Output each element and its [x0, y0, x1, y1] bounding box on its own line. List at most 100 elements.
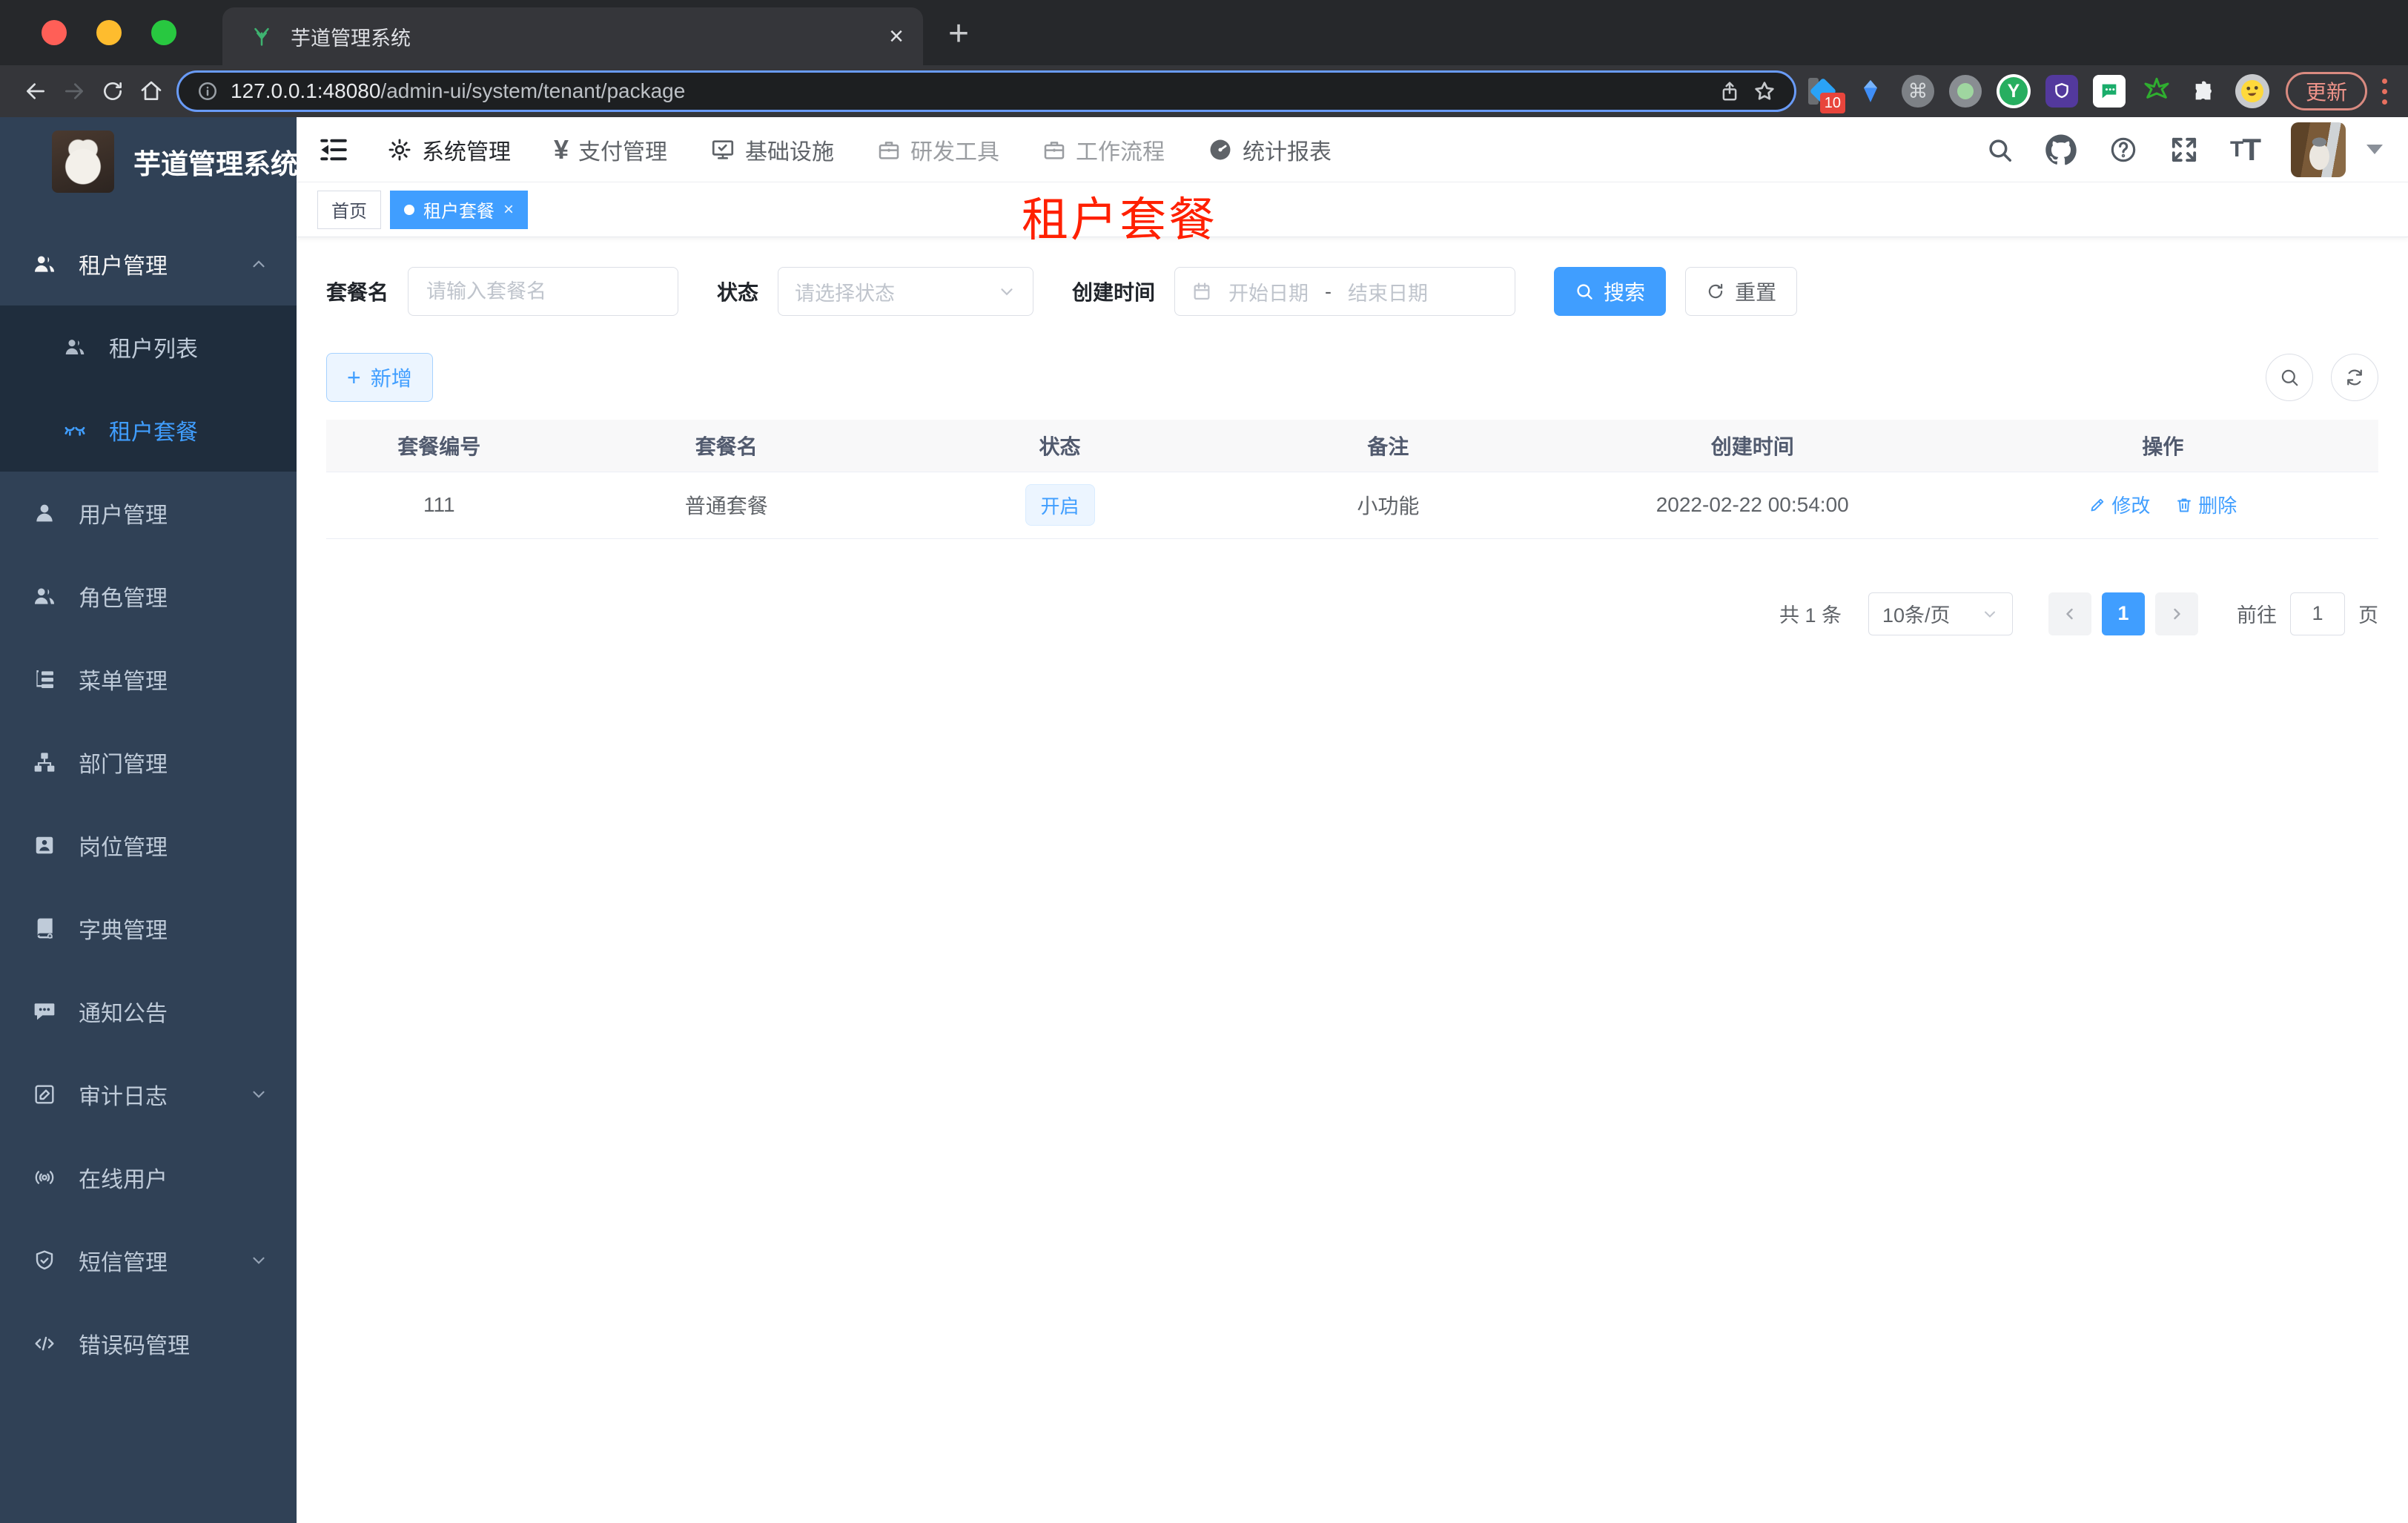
- top-menu: 系统管理 ¥ 支付管理 基础设施 研发工具 工作流程 统计报表: [387, 133, 1332, 166]
- font-size-icon[interactable]: TT: [2230, 132, 2261, 168]
- help-icon[interactable]: [2108, 135, 2138, 165]
- range-separator: -: [1325, 280, 1332, 303]
- extension-shield-icon[interactable]: [2045, 75, 2078, 108]
- new-tab-button[interactable]: +: [948, 16, 969, 52]
- delete-link[interactable]: 删除: [2175, 491, 2237, 518]
- sidebar: 芋道管理系统 租户管理 租户列表 租户套餐 用户管理 角色管理 菜单管理 部门管…: [0, 117, 298, 1523]
- extension-star-icon[interactable]: [2140, 75, 2173, 108]
- top-menu-dev-tools[interactable]: 研发工具: [877, 133, 999, 166]
- sidebar-item-tenant-package[interactable]: 租户套餐: [0, 389, 297, 472]
- extension-gray-dot-icon[interactable]: [1948, 75, 1982, 108]
- extension-command-icon[interactable]: ⌘: [1901, 75, 1934, 108]
- refresh-icon: [1706, 282, 1725, 301]
- sidebar-item-post-management[interactable]: 岗位管理: [0, 804, 297, 887]
- package-name-input[interactable]: [408, 267, 679, 316]
- edit-link[interactable]: 修改: [2088, 491, 2150, 518]
- jump-prefix: 前往: [2237, 604, 2277, 627]
- sidebar-item-sms-management[interactable]: 短信管理: [0, 1219, 297, 1302]
- extension-puzzle-icon[interactable]: [2188, 75, 2220, 108]
- back-icon[interactable]: [16, 72, 55, 110]
- top-menu-infra[interactable]: 基础设施: [710, 133, 834, 166]
- prev-page-button[interactable]: [2048, 592, 2091, 635]
- jump-page-input[interactable]: [2290, 592, 2345, 635]
- filter-status: 状态 请选择状态: [717, 267, 1034, 316]
- sidebar-item-notice[interactable]: 通知公告: [0, 970, 297, 1053]
- url-path: /admin-ui/system/tenant/package: [380, 79, 686, 102]
- tag-tenant-package[interactable]: 租户套餐 ×: [390, 190, 529, 229]
- browser-tab[interactable]: 芋道管理系统 ×: [222, 7, 923, 65]
- bookmark-star-icon[interactable]: [1753, 79, 1776, 103]
- cell-package-name: 普通套餐: [552, 472, 902, 539]
- col-actions: 操作: [1947, 420, 2378, 472]
- github-icon[interactable]: [2045, 133, 2077, 166]
- user-avatar[interactable]: [2291, 122, 2346, 177]
- refresh-table-button[interactable]: [2331, 354, 2378, 401]
- extension-diamond-icon[interactable]: 10: [1807, 75, 1845, 113]
- sidebar-item-dict-management[interactable]: 字典管理: [0, 887, 297, 970]
- top-menu-workflow[interactable]: 工作流程: [1042, 133, 1165, 166]
- page-size-select[interactable]: 10条/页: [1868, 592, 2013, 635]
- code-icon: [31, 1332, 58, 1355]
- top-menu-label: 系统管理: [422, 139, 511, 165]
- reset-button[interactable]: 重置: [1685, 267, 1798, 316]
- search-button[interactable]: 搜索: [1554, 267, 1667, 316]
- extension-gem-icon[interactable]: [1854, 75, 1887, 108]
- main-area: 系统管理 ¥ 支付管理 基础设施 研发工具 工作流程 统计报表 T T 首页 租…: [297, 117, 2408, 1523]
- browser-chrome: 芋道管理系统 × + 127.0.0.1:48080/admin-ui/syst…: [0, 0, 2408, 117]
- sidebar-item-label: 角色管理: [79, 587, 168, 611]
- browser-update-button[interactable]: 更新: [2285, 72, 2367, 110]
- current-page-button[interactable]: 1: [2102, 592, 2145, 635]
- date-range-picker[interactable]: 开始日期 - 结束日期: [1174, 267, 1516, 316]
- top-menu-report[interactable]: 统计报表: [1208, 133, 1332, 166]
- extension-chat-icon[interactable]: [2092, 75, 2126, 108]
- sidebar-item-audit-log[interactable]: 审计日志: [0, 1053, 297, 1136]
- fullscreen-icon[interactable]: [2169, 135, 2199, 165]
- active-dot: [404, 204, 414, 215]
- col-package-name: 套餐名: [552, 420, 902, 472]
- minimize-window-button[interactable]: [96, 20, 122, 45]
- share-icon[interactable]: [1719, 80, 1741, 102]
- reload-icon[interactable]: [93, 72, 132, 110]
- sidebar-item-error-code[interactable]: 错误码管理: [0, 1302, 297, 1385]
- sidebar-item-dept-management[interactable]: 部门管理: [0, 721, 297, 804]
- org-tree-icon: [31, 750, 58, 774]
- sidebar-item-menu-management[interactable]: 菜单管理: [0, 638, 297, 721]
- gear-icon: [387, 137, 412, 162]
- reset-button-label: 重置: [1735, 281, 1777, 304]
- extension-emoji-icon[interactable]: [2235, 74, 2269, 108]
- maximize-window-button[interactable]: [151, 20, 176, 45]
- sidebar-item-online-users[interactable]: 在线用户: [0, 1136, 297, 1219]
- search-icon[interactable]: [1985, 136, 2014, 164]
- app-frame: 芋道管理系统 租户管理 租户列表 租户套餐 用户管理 角色管理 菜单管理 部门管…: [0, 117, 2408, 1523]
- sidebar-item-user-management[interactable]: 用户管理: [0, 472, 297, 555]
- sidebar-item-tenant-management[interactable]: 租户管理: [0, 222, 297, 305]
- sidebar-item-label: 岗位管理: [79, 836, 168, 860]
- next-page-button[interactable]: [2155, 592, 2198, 635]
- tree-list-icon: [31, 667, 58, 691]
- tag-home[interactable]: 首页: [317, 190, 381, 229]
- avatar-caret-icon[interactable]: [2366, 145, 2383, 154]
- forward-icon[interactable]: [55, 72, 93, 110]
- sidebar-item-role-management[interactable]: 角色管理: [0, 555, 297, 638]
- top-menu-pay[interactable]: ¥ 支付管理: [554, 133, 667, 166]
- browser-toolbar: 127.0.0.1:48080/admin-ui/system/tenant/p…: [0, 65, 2408, 117]
- sidebar-collapse-icon[interactable]: [313, 129, 354, 171]
- sidebar-item-tenant-list[interactable]: 租户列表: [0, 305, 297, 389]
- status-select[interactable]: 请选择状态: [778, 267, 1034, 316]
- sidebar-item-label: 租户列表: [109, 337, 198, 362]
- status-badge[interactable]: 开启: [1025, 484, 1095, 526]
- address-bar[interactable]: 127.0.0.1:48080/admin-ui/system/tenant/p…: [176, 70, 1796, 112]
- top-menu-system[interactable]: 系统管理: [387, 133, 511, 166]
- window-controls: [0, 0, 222, 65]
- browser-menu-icon[interactable]: [2382, 78, 2387, 105]
- extension-y-icon[interactable]: Y: [1996, 74, 2031, 108]
- show-search-toggle-button[interactable]: [2266, 354, 2313, 401]
- home-icon[interactable]: [132, 72, 171, 110]
- filter-label: 套餐名: [326, 281, 389, 304]
- brand-title: 芋道管理系统: [133, 149, 298, 179]
- site-info-icon[interactable]: [196, 80, 219, 102]
- tag-close-icon[interactable]: ×: [503, 199, 514, 220]
- add-button[interactable]: + 新增: [326, 353, 433, 402]
- tab-close-icon[interactable]: ×: [889, 24, 904, 49]
- close-window-button[interactable]: [42, 20, 67, 45]
